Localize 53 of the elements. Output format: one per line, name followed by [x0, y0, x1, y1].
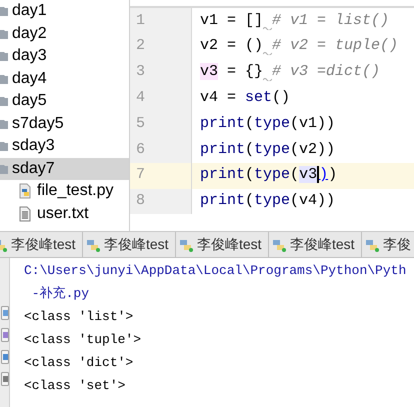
folder-icon [0, 95, 8, 108]
tree-item[interactable]: sday3 [0, 135, 129, 158]
tree-item[interactable]: file_test.py [0, 180, 129, 202]
tree-item[interactable]: day2 [0, 22, 129, 45]
line-number: 1 [136, 10, 146, 31]
tree-item[interactable]: user.txt [0, 202, 129, 225]
code-line: 6 print(type(v2)) [130, 136, 414, 163]
warning-squiggle [263, 77, 272, 82]
run-tab[interactable]: 李俊 [362, 232, 414, 257]
line-number: 3 [136, 62, 146, 82]
text-file-icon [17, 206, 33, 222]
line-number: 7 [136, 165, 146, 186]
code-line: 3 v3 = {} # v3 =dict() [130, 60, 414, 86]
code-line: 5 print(type(v1)) [130, 111, 414, 137]
run-tab[interactable]: 李俊峰test [0, 232, 83, 257]
run-tab[interactable]: 李俊峰test [176, 232, 269, 257]
folder-icon [0, 72, 8, 85]
tree-item[interactable]: day1 [0, 0, 129, 22]
console-line: <class 'list'> [24, 308, 134, 326]
line-number: 2 [136, 36, 146, 56]
tree-item[interactable]: day4 [0, 68, 129, 90]
folder-icon [0, 50, 8, 62]
run-tab[interactable]: 李俊峰test [83, 232, 176, 257]
tree-item[interactable]: sday7 [0, 158, 129, 180]
code-line: 8 print(type(v4)) [130, 188, 414, 214]
tree-item[interactable]: day5 [0, 90, 129, 112]
folder-icon [0, 5, 8, 18]
line-number: 5 [136, 114, 146, 134]
code-line: 4 v4 = set() [130, 85, 414, 112]
toolbar-icon[interactable] [0, 306, 8, 320]
console-line: <class 'dict'> [24, 354, 134, 372]
console-line: <class 'set'> [24, 377, 126, 395]
toolbar-icon[interactable] [0, 350, 8, 364]
tree-item[interactable]: s7day5 [0, 112, 129, 135]
toolbar-icon[interactable] [0, 372, 8, 386]
line-number: 4 [136, 88, 146, 108]
run-tab[interactable]: 李俊峰test [269, 232, 362, 257]
tree-item[interactable]: day3 [0, 45, 129, 68]
warning-squiggle [263, 26, 272, 30]
python-file-icon [17, 183, 33, 200]
code-line: 1 v1 = [] # v1 = list() [130, 8, 414, 34]
line-number: 8 [136, 191, 146, 212]
folder-icon [0, 118, 8, 130]
console-line: <class 'tuple'> [24, 331, 142, 349]
toolbar-icon[interactable] [0, 328, 8, 342]
folder-icon [0, 28, 8, 40]
code-line: 2 v2 = () # v2 = tuple() [130, 34, 414, 60]
warning-squiggle [263, 51, 272, 56]
console-line: -补充.py [30, 285, 90, 303]
folder-icon [0, 162, 8, 175]
line-number: 6 [136, 140, 146, 160]
console-line: C:\Users\junyi\AppData\Local\Programs\Python\Pyth [24, 262, 408, 280]
folder-icon [0, 140, 8, 152]
